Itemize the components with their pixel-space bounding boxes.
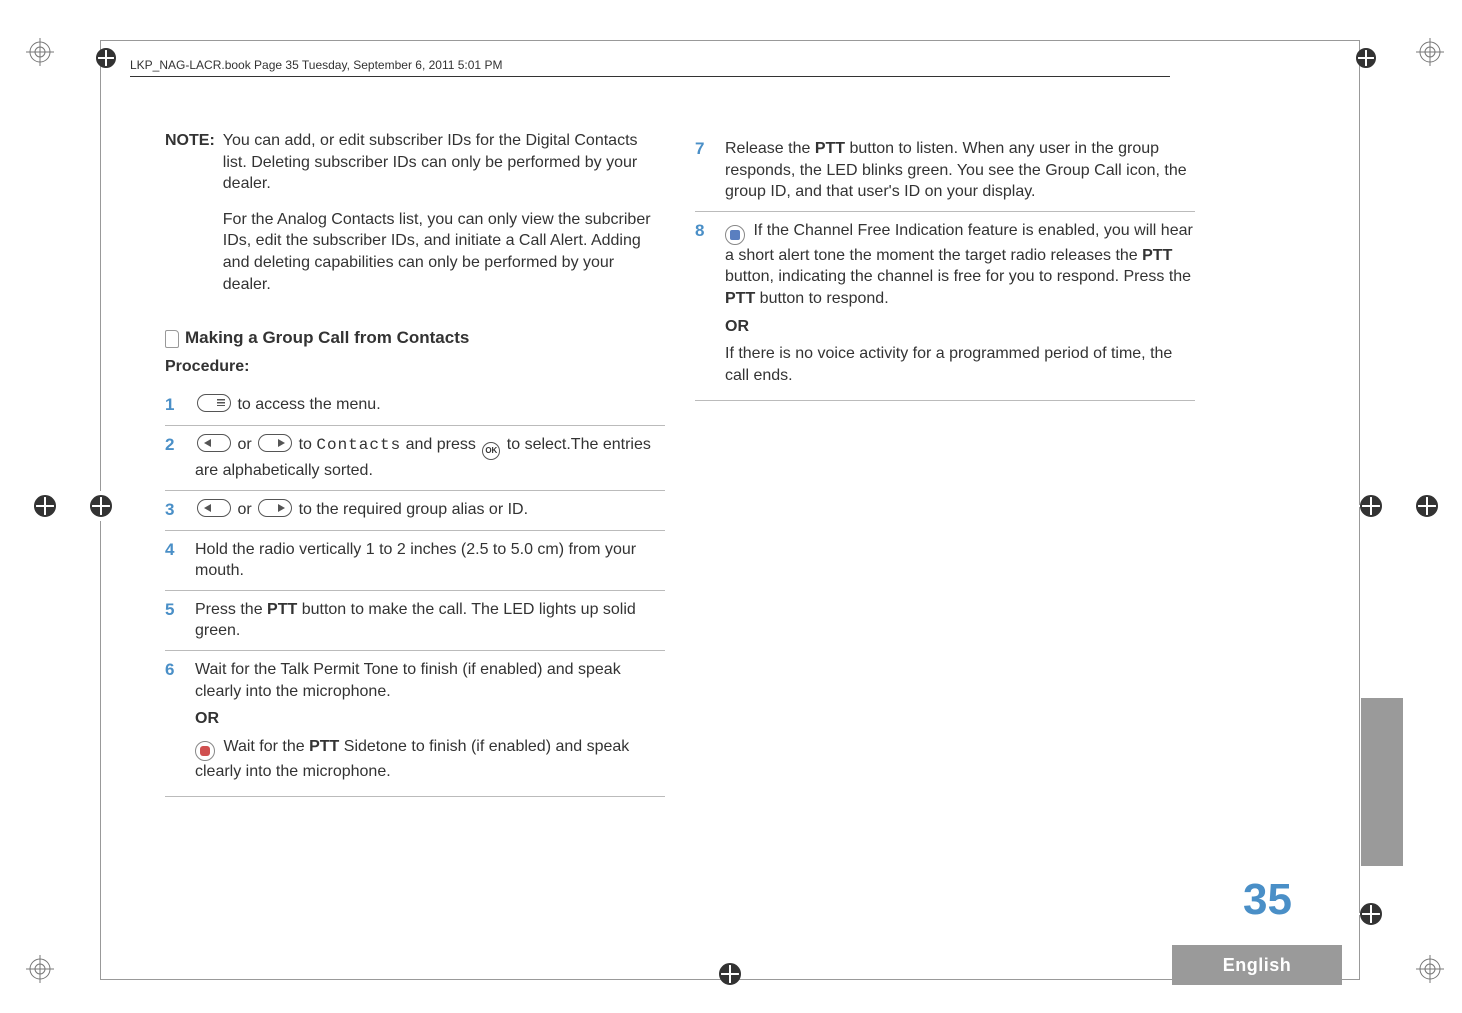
section-heading: Making a Group Call from Contacts [165,327,665,350]
step-4-text: Hold the radio vertically 1 to 2 inches … [195,541,636,580]
crosshair-mark-icon [1412,492,1440,520]
section-heading-text: Making a Group Call from Contacts [185,327,469,350]
step-6-p2-pre: Wait for the [219,738,309,755]
step-3-tail: to the required group alias or ID. [294,501,528,518]
print-registration-mark-icon [1416,955,1444,983]
running-header: LKP_NAG-LACR.book Page 35 Tuesday, Septe… [130,58,1170,77]
note-paragraph-1: You can add, or edit subscriber IDs for … [223,130,665,195]
language-footer: English [1172,945,1342,985]
crosshair-mark-icon [92,44,120,72]
ptt-label: PTT [725,290,755,307]
step-number: 3 [165,499,179,522]
procedure-steps-continued: 7 Release the PTT button to listen. When… [695,130,1195,401]
step-5-pre: Press the [195,601,267,618]
print-registration-mark-icon [26,955,54,983]
step-2-or: or [233,436,256,453]
nav-right-button-icon [258,499,292,517]
step-8-or: OR [725,316,1195,338]
feature-icon [725,225,745,245]
procedure-label: Procedure: [165,356,665,378]
step-body: or to Contacts and press OK to select.Th… [195,434,665,482]
step-number: 8 [695,220,709,393]
crosshair-mark-icon [30,492,58,520]
step-8-p1: If the Channel Free Indication feature i… [725,220,1195,310]
nav-left-button-icon [197,434,231,452]
ptt-label: PTT [1142,247,1172,264]
menu-button-icon [197,394,231,412]
step-7-pre: Release the [725,140,815,157]
running-header-text: LKP_NAG-LACR.book Page 35 Tuesday, Septe… [130,58,502,72]
print-registration-mark-icon [26,38,54,66]
note-text: You can add, or edit subscriber IDs for … [223,130,665,309]
feature-icon [195,741,215,761]
crosshair-mark-icon [1352,44,1380,72]
document-icon [165,330,179,348]
ptt-label: PTT [815,140,845,157]
step-body: Wait for the Talk Permit Tone to finish … [195,659,665,788]
print-registration-mark-icon [1416,38,1444,66]
step-8-post: button to respond. [755,290,888,307]
page-number: 35 [1243,875,1292,925]
step-body: or to the required group alias or ID. [195,499,665,522]
note-label: NOTE: [165,130,215,309]
step-8-tail: If there is no voice activity for a prog… [725,343,1195,386]
step-6-p2: Wait for the PTT Sidetone to finish (if … [195,736,665,783]
note-paragraph-2: For the Analog Contacts list, you can on… [223,209,665,295]
step-6-or: OR [195,708,665,730]
right-column: 7 Release the PTT button to listen. When… [695,130,1195,797]
step-2-to: to [294,436,316,453]
ptt-label: PTT [267,601,297,618]
note-block: NOTE: You can add, or edit subscriber ID… [165,130,665,309]
step-body: Press the PTT button to make the call. T… [195,599,665,642]
step-number: 2 [165,434,179,482]
step-8: 8 If the Channel Free Indication feature… [695,212,1195,402]
step-number: 5 [165,599,179,642]
step-6-p1: Wait for the Talk Permit Tone to finish … [195,659,665,702]
crosshair-mark-icon [86,492,114,520]
step-3-or: or [233,501,256,518]
step-number: 4 [165,539,179,582]
side-tab-marker [1361,698,1403,866]
step-number: 7 [695,138,709,203]
step-2: 2 or to Contacts and press OK to select.… [165,426,665,491]
step-1-text: to access the menu. [233,396,381,413]
step-7: 7 Release the PTT button to listen. When… [695,130,1195,212]
nav-right-button-icon [258,434,292,452]
ptt-label: PTT [309,738,339,755]
step-8-pre: If the Channel Free Indication feature i… [725,222,1193,264]
step-5: 5 Press the PTT button to make the call.… [165,591,665,651]
step-3: 3 or to the required group alias or ID. [165,491,665,531]
step-4: 4 Hold the radio vertically 1 to 2 inche… [165,531,665,591]
left-column: NOTE: You can add, or edit subscriber ID… [165,130,665,797]
procedure-steps: 1 to access the menu. 2 or to Contacts a… [165,386,665,798]
step-6: 6 Wait for the Talk Permit Tone to finis… [165,651,665,797]
crosshair-mark-icon [1356,900,1384,928]
step-body: to access the menu. [195,394,665,417]
crosshair-mark-icon [715,960,743,988]
step-number: 1 [165,394,179,417]
step-8-mid: button, indicating the channel is free f… [725,268,1191,285]
menu-item-contacts: Contacts [316,436,401,454]
step-1: 1 to access the menu. [165,386,665,426]
crosshair-mark-icon [1356,492,1384,520]
step-2-and-press: and press [401,436,480,453]
content-columns: NOTE: You can add, or edit subscriber ID… [165,130,1195,797]
ok-button-icon: OK [482,442,500,460]
step-body: If the Channel Free Indication feature i… [725,220,1195,393]
step-body: Hold the radio vertically 1 to 2 inches … [195,539,665,582]
step-body: Release the PTT button to listen. When a… [725,138,1195,203]
nav-left-button-icon [197,499,231,517]
step-number: 6 [165,659,179,788]
